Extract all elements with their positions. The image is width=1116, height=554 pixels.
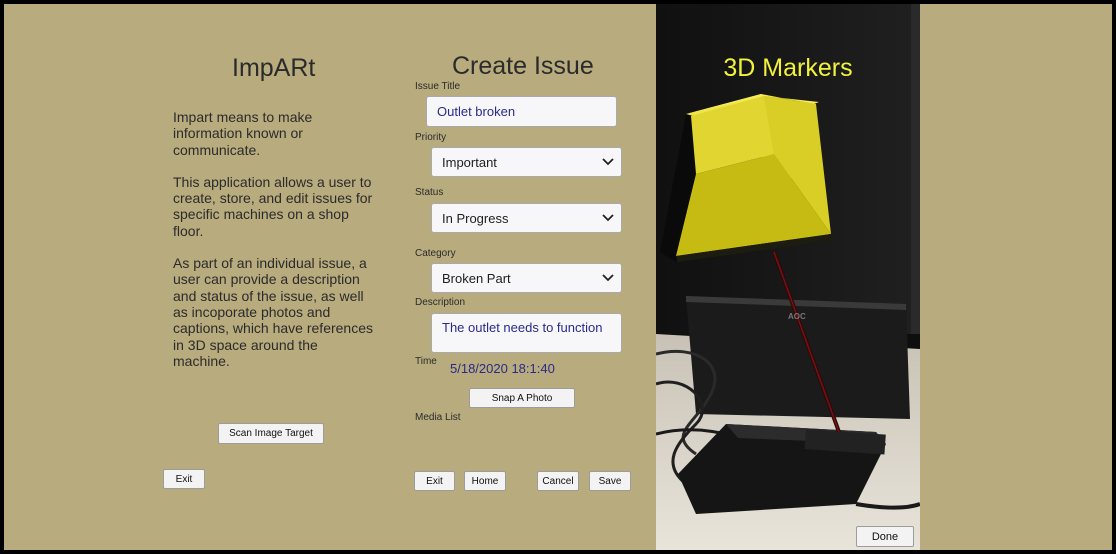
chevron-down-icon [595,204,621,232]
time-label: Time [415,356,437,367]
save-button[interactable]: Save [589,471,631,491]
category-value: Broken Part [442,270,511,286]
media-list-label: Media List [415,412,461,423]
issue-title-label: Issue Title [415,81,461,92]
chevron-down-icon [595,148,621,176]
priority-select[interactable]: Important [431,147,622,177]
snap-photo-button[interactable]: Snap A Photo [469,388,575,408]
intro-text: Impart means to make information known o… [173,109,373,385]
chevron-down-icon [595,264,621,292]
3d-marker-block [660,94,834,262]
scan-image-target-button[interactable]: Scan Image Target [218,423,324,444]
priority-value: Important [442,154,497,170]
status-value: In Progress [442,210,509,226]
exit-button[interactable]: Exit [163,469,205,489]
issue-title-input[interactable]: Outlet broken [426,96,617,127]
description-label: Description [415,297,466,308]
category-label: Category [415,248,456,259]
exit-button[interactable]: Exit [414,471,455,491]
intro-paragraph: As part of an individual issue, a user c… [173,255,373,369]
create-issue-panel: Create Issue Issue Title Outlet broken P… [402,4,656,550]
ar-camera-view[interactable]: 3D Markers Done AOC [656,4,920,550]
cancel-button[interactable]: Cancel [537,471,579,491]
app-title: ImpARt [232,54,316,82]
intro-paragraph: Impart means to make information known o… [173,109,313,158]
description-input[interactable]: The outlet needs to function [431,313,622,353]
camera-feed [656,4,920,550]
priority-label: Priority [415,132,447,143]
status-label: Status [415,187,444,198]
monitor-brand-text: AOC [788,312,806,321]
home-button[interactable]: Home [464,471,506,491]
category-select[interactable]: Broken Part [431,263,622,293]
3d-markers-title: 3D Markers [723,54,853,82]
create-issue-title: Create Issue [452,52,594,80]
done-button[interactable]: Done [856,526,914,547]
time-value: 5/18/2020 18:1:40 [450,361,555,376]
app-window: ImpARt Impart means to make information … [4,4,1112,550]
intro-paragraph: This application allows a user to create… [173,173,373,239]
status-select[interactable]: In Progress [431,203,622,233]
